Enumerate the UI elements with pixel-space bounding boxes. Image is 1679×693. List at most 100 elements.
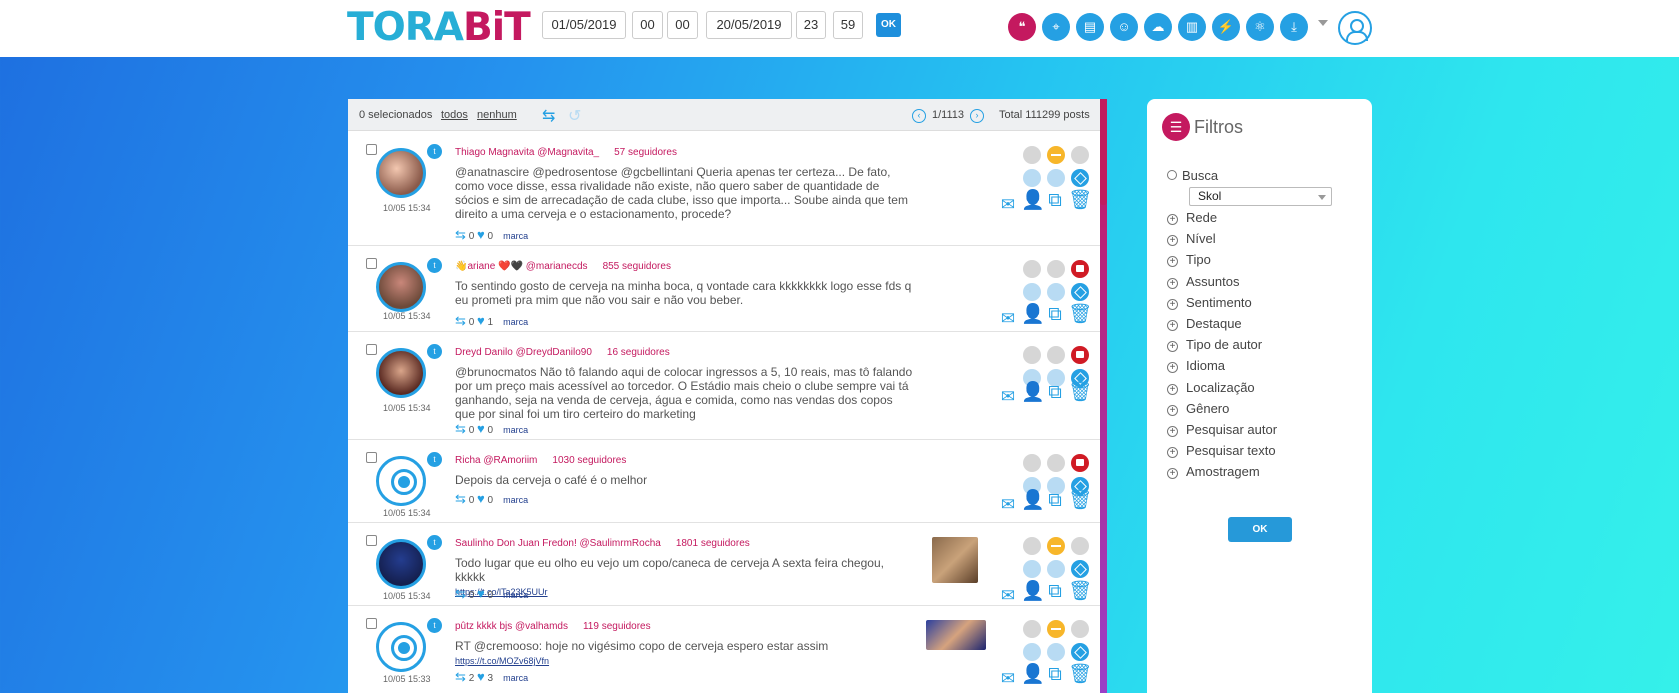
crown-icon[interactable] [1023, 643, 1041, 661]
author-avatar[interactable] [376, 539, 426, 589]
author-profile-icon[interactable]: 👤 [1021, 191, 1045, 211]
torabit-logo[interactable]: TORABiT [347, 6, 531, 50]
report-icon[interactable]: ▤ [1076, 13, 1104, 41]
end-minute-input[interactable]: 59 [833, 11, 863, 39]
start-date-input[interactable]: 01/05/2019 [542, 11, 626, 39]
filter-item[interactable]: + Rede [1167, 210, 1217, 225]
date-ok-button[interactable]: OK [876, 13, 901, 37]
negative-sentiment-icon[interactable] [1071, 537, 1089, 555]
expand-plus-icon[interactable]: + [1167, 235, 1178, 247]
post-item[interactable]: t 10/05 15:34 Saulinho Don Juan Fredon! @S… [348, 523, 1100, 606]
filter-item[interactable]: + Localização [1167, 380, 1255, 395]
expand-plus-icon[interactable]: + [1167, 404, 1178, 416]
author-profile-icon[interactable]: 👤 [1021, 665, 1045, 685]
post-tag[interactable]: marca [503, 231, 528, 241]
filter-item[interactable]: + Pesquisar texto [1167, 443, 1276, 459]
positive-sentiment-icon[interactable] [1023, 454, 1041, 472]
post-tag[interactable]: marca [503, 495, 528, 505]
negative-sentiment-icon[interactable] [1071, 146, 1089, 164]
refresh-icon[interactable]: ⇆ [542, 106, 555, 126]
post-author[interactable]: Saulinho Don Juan Fredon! @SaulimrmRocha… [455, 538, 750, 549]
radio-icon[interactable] [1167, 170, 1177, 180]
author-profile-icon[interactable]: 👤 [1021, 383, 1045, 403]
history-icon[interactable]: ↺ [568, 106, 581, 126]
positive-sentiment-icon[interactable] [1023, 537, 1041, 555]
open-external-icon[interactable]: ⧉ [1045, 582, 1065, 602]
filter-item[interactable]: + Destaque [1167, 316, 1242, 331]
download-icon[interactable]: ⤓ [1280, 13, 1308, 41]
post-author[interactable]: 👋ariane ❤️🖤 @marianecds 855 seguidores [455, 261, 671, 272]
start-hour-input[interactable]: 00 [632, 11, 663, 39]
tag-icon[interactable] [1071, 283, 1089, 301]
filter-item[interactable]: + Gênero [1167, 401, 1229, 416]
open-external-icon[interactable]: ⧉ [1045, 191, 1065, 211]
author-profile-icon[interactable]: 👤 [1021, 582, 1045, 602]
post-item[interactable]: t 10/05 15:34 👋ariane ❤️🖤 @marianecds 855 s… [348, 246, 1100, 332]
filters-ok-button[interactable]: OK [1228, 517, 1292, 542]
lightning-icon[interactable]: ⚡ [1212, 13, 1240, 41]
author-avatar[interactable] [376, 456, 426, 506]
crown-outline-icon[interactable] [1047, 283, 1065, 301]
target-icon[interactable]: ⌖ [1042, 13, 1070, 41]
network-icon[interactable]: ⚛ [1246, 13, 1274, 41]
delete-icon[interactable]: 🗑 [1068, 582, 1092, 602]
open-external-icon[interactable]: ⧉ [1045, 491, 1065, 511]
post-author[interactable]: Thiago Magnavita @Magnavita_ 57 seguidore… [455, 147, 677, 158]
tag-icon[interactable] [1071, 169, 1089, 187]
crown-outline-icon[interactable] [1047, 169, 1065, 187]
account-avatar[interactable] [1338, 11, 1372, 45]
tag-icon[interactable] [1071, 643, 1089, 661]
delete-icon[interactable]: 🗑 [1068, 305, 1092, 325]
filter-item[interactable]: + Tipo de autor [1167, 337, 1262, 353]
neutral-sentiment-icon[interactable] [1047, 537, 1065, 555]
author-profile-icon[interactable]: 👤 [1021, 491, 1045, 511]
neutral-sentiment-icon[interactable] [1047, 260, 1065, 278]
open-external-icon[interactable]: ⧉ [1045, 383, 1065, 403]
search-radio[interactable]: Busca [1167, 168, 1218, 183]
neutral-sentiment-icon[interactable] [1047, 620, 1065, 638]
positive-sentiment-icon[interactable] [1023, 620, 1041, 638]
prev-page-icon[interactable]: ‹ [912, 109, 926, 123]
author-avatar[interactable] [376, 148, 426, 198]
open-external-icon[interactable]: ⧉ [1045, 665, 1065, 685]
crown-outline-icon[interactable] [1047, 643, 1065, 661]
post-checkbox[interactable] [366, 618, 377, 629]
expand-plus-icon[interactable]: + [1167, 320, 1178, 331]
post-checkbox[interactable] [366, 258, 377, 269]
post-thumbnail[interactable] [932, 537, 978, 583]
user-icon[interactable]: ☺ [1110, 13, 1138, 41]
post-checkbox[interactable] [366, 344, 377, 355]
filter-item[interactable]: + Idioma [1167, 358, 1225, 374]
mail-icon[interactable]: ✉ [998, 309, 1018, 329]
delete-icon[interactable]: 🗑 [1068, 665, 1092, 685]
expand-plus-icon[interactable]: + [1167, 447, 1178, 459]
expand-plus-icon[interactable]: + [1167, 362, 1178, 374]
neutral-sentiment-icon[interactable] [1047, 346, 1065, 364]
filter-item[interactable]: + Pesquisar autor [1167, 422, 1277, 437]
end-hour-input[interactable]: 23 [796, 11, 826, 39]
post-item[interactable]: t 10/05 15:34 Dreyd Danilo @DreydDanilo90 1… [348, 332, 1100, 440]
filter-item[interactable]: + Assuntos [1167, 274, 1239, 289]
author-avatar[interactable] [376, 262, 426, 312]
mail-icon[interactable]: ✉ [998, 195, 1018, 215]
end-date-input[interactable]: 20/05/2019 [706, 11, 792, 39]
author-avatar[interactable] [376, 348, 426, 398]
crown-icon[interactable] [1023, 560, 1041, 578]
post-author[interactable]: Dreyd Danilo @DreydDanilo90 16 seguidores [455, 347, 670, 358]
expand-plus-icon[interactable]: + [1167, 383, 1178, 395]
neutral-sentiment-icon[interactable] [1047, 146, 1065, 164]
mail-icon[interactable]: ✉ [998, 586, 1018, 606]
select-all-link[interactable]: todos [441, 109, 468, 121]
expand-plus-icon[interactable]: + [1167, 426, 1178, 437]
crown-icon[interactable] [1023, 283, 1041, 301]
negative-sentiment-icon[interactable] [1071, 454, 1089, 472]
post-tag[interactable]: marca [503, 317, 528, 327]
negative-sentiment-icon[interactable] [1071, 346, 1089, 364]
chart-icon[interactable]: ▥ [1178, 13, 1206, 41]
post-checkbox[interactable] [366, 452, 377, 463]
post-checkbox[interactable] [366, 144, 377, 155]
post-item[interactable]: t 10/05 15:34 Thiago Magnavita @Magnavita_… [348, 132, 1100, 246]
next-page-icon[interactable]: › [970, 109, 984, 123]
scrollbar[interactable] [1100, 99, 1107, 693]
open-external-icon[interactable]: ⧉ [1045, 305, 1065, 325]
